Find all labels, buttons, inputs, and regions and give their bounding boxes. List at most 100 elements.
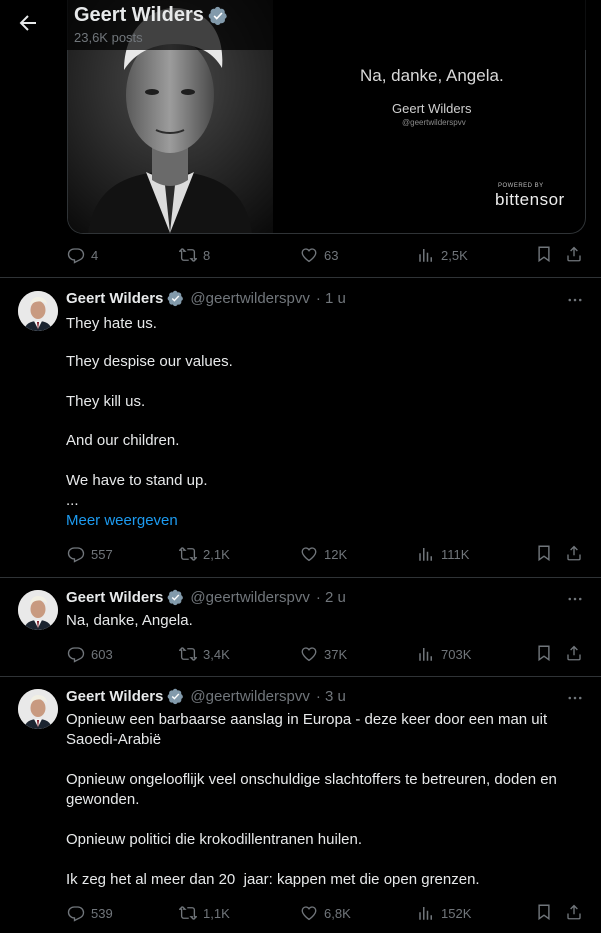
bookmark-icon[interactable] [535, 903, 553, 921]
author-handle[interactable]: @geertwilderspvv [190, 290, 309, 307]
author-name[interactable]: Geert Wilders [66, 589, 163, 606]
back-arrow-icon[interactable] [16, 11, 40, 35]
heart-icon [300, 545, 318, 563]
share-icon[interactable] [565, 644, 583, 662]
reply-button[interactable]: 4 [67, 244, 98, 266]
reply-count: 4 [91, 247, 99, 263]
more-options-icon[interactable] [566, 689, 584, 707]
repost-button[interactable]: 2,1K [179, 543, 230, 565]
tweet-time[interactable]: · 2 u [316, 589, 346, 606]
show-more-link[interactable]: Meer weergeven [66, 511, 586, 531]
tweet-line: They despise our values. [66, 353, 233, 370]
views-button[interactable]: 111K [417, 543, 469, 565]
tweet-line: Ik zeg het al meer dan 20 jaar: kappen m… [66, 871, 480, 888]
like-button[interactable]: 37K [300, 643, 347, 665]
tweet-text: Na, danke, Angela. [66, 611, 586, 631]
verified-badge-icon [208, 6, 228, 26]
repost-icon [179, 904, 197, 922]
views-count: 152K [441, 905, 472, 921]
reply-icon [67, 246, 85, 264]
media-quote: Na, danke, Angela. [360, 66, 504, 85]
tweet-line: And our children. [66, 432, 180, 449]
verified-badge-icon [167, 688, 184, 705]
tweet-line: Opnieuw ongelooflijk veel onschuldige sl… [66, 771, 557, 808]
tweet-line: ... [66, 492, 79, 509]
share-icon[interactable] [565, 903, 583, 921]
author-handle[interactable]: @geertwilderspvv [190, 589, 309, 606]
share-icon[interactable] [565, 544, 583, 562]
bookmark-icon[interactable] [535, 544, 553, 562]
tweet-header: Geert Wilders @geertwilderspvv · 2 u [66, 589, 346, 606]
tweet-time[interactable]: · 1 u [316, 290, 346, 307]
tweet-actions: 4 8 63 2,5K [67, 244, 587, 266]
tweet-line: Opnieuw politici die krokodillentranen h… [66, 831, 363, 848]
reply-count: 539 [91, 905, 113, 921]
views-button[interactable]: 703K [417, 643, 471, 665]
repost-count: 1,1K [203, 905, 230, 921]
reply-icon [67, 545, 85, 563]
tweet-line: Opnieuw een barbaarse aanslag in Europa … [66, 711, 548, 748]
repost-icon [179, 645, 197, 663]
divider [0, 676, 601, 677]
views-icon [417, 904, 435, 922]
heart-icon [300, 904, 318, 922]
like-count: 63 [324, 247, 339, 263]
bookmark-icon[interactable] [535, 644, 553, 662]
heart-icon [300, 246, 318, 264]
tweet-header: Geert Wilders @geertwilderspvv · 1 u [66, 290, 346, 307]
tweet-actions: 603 3,4K 37K 703K [67, 643, 587, 665]
tweet-text: They hate us. They despise our values. T… [66, 314, 586, 531]
like-count: 6,8K [324, 905, 351, 921]
avatar[interactable] [18, 689, 58, 729]
like-button[interactable]: 12K [300, 543, 347, 565]
reply-count: 557 [91, 546, 113, 562]
share-icon[interactable] [565, 245, 583, 263]
views-icon [417, 645, 435, 663]
views-button[interactable]: 2,5K [417, 244, 468, 266]
reply-count: 603 [91, 646, 113, 662]
header-title: Geert Wilders [74, 4, 228, 27]
author-name[interactable]: Geert Wilders [66, 688, 163, 705]
repost-count: 2,1K [203, 546, 230, 562]
author-handle[interactable]: @geertwilderspvv [190, 688, 309, 705]
avatar[interactable] [18, 291, 58, 331]
like-button[interactable]: 63 [300, 244, 338, 266]
like-button[interactable]: 6,8K [300, 902, 351, 924]
views-count: 2,5K [441, 247, 468, 263]
reply-button[interactable]: 539 [67, 902, 113, 924]
reply-button[interactable]: 557 [67, 543, 113, 565]
tweet-line: They kill us. [66, 393, 146, 410]
repost-button[interactable]: 8 [179, 244, 210, 266]
tweet-text: Opnieuw een barbaarse aanslag in Europa … [66, 710, 586, 890]
tweet-line: Na, danke, Angela. [66, 612, 193, 629]
tweet-header: Geert Wilders @geertwilderspvv · 3 u [66, 688, 346, 705]
tweet-time[interactable]: · 3 u [316, 688, 346, 705]
repost-icon [179, 545, 197, 563]
media-signature-handle: @geertwilderspvv [402, 118, 466, 127]
tweet-line: They hate us. [66, 315, 157, 332]
post-count: 23,6K posts [74, 30, 143, 45]
profile-header: Geert Wilders 23,6K posts [0, 0, 601, 50]
bittensor-logo: bittensor [495, 190, 565, 209]
divider [0, 577, 601, 578]
more-options-icon[interactable] [566, 291, 584, 309]
divider [0, 277, 601, 278]
repost-count: 8 [203, 247, 211, 263]
heart-icon [300, 645, 318, 663]
views-button[interactable]: 152K [417, 902, 471, 924]
repost-icon [179, 246, 197, 264]
avatar[interactable] [18, 590, 58, 630]
like-count: 37K [324, 646, 348, 662]
repost-button[interactable]: 3,4K [179, 643, 230, 665]
views-count: 111K [441, 546, 470, 562]
author-name[interactable]: Geert Wilders [66, 290, 163, 307]
views-icon [417, 545, 435, 563]
repost-button[interactable]: 1,1K [179, 902, 230, 924]
like-count: 12K [324, 546, 348, 562]
reply-button[interactable]: 603 [67, 643, 113, 665]
tweet-line: We have to stand up. [66, 472, 208, 489]
bookmark-icon[interactable] [535, 245, 553, 263]
repost-count: 3,4K [203, 646, 230, 662]
more-options-icon[interactable] [566, 590, 584, 608]
reply-icon [67, 645, 85, 663]
